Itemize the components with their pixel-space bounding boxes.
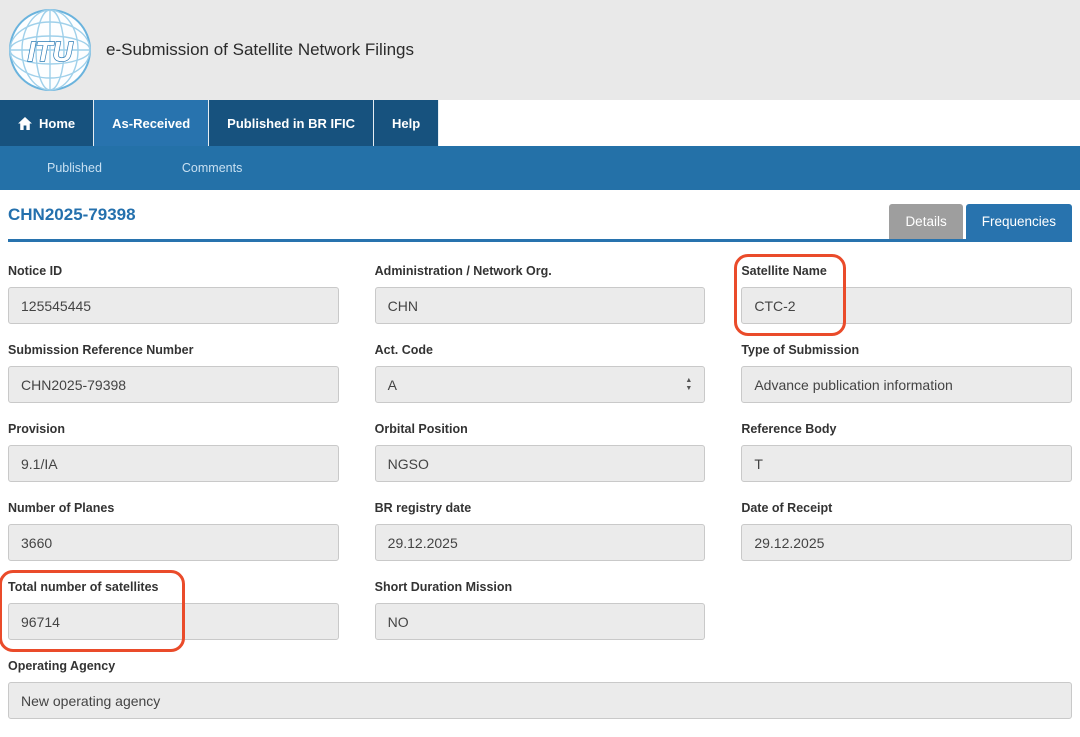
title-row: CHN2025-79398 Details Frequencies	[8, 204, 1072, 242]
field-satellite-name: Satellite Name CTC-2	[741, 264, 1072, 324]
field-type-of-submission: Type of Submission Advance publication i…	[741, 343, 1072, 403]
frequencies-button[interactable]: Frequencies	[966, 204, 1072, 239]
reference-body-field[interactable]: T	[741, 445, 1072, 482]
main-nav: Home As-Received Published in BR IFIC He…	[0, 100, 1080, 146]
field-notice-id: Notice ID 125545445	[8, 264, 339, 324]
svg-text:ITU: ITU	[27, 36, 73, 67]
field-orbital-position: Orbital Position NGSO	[375, 422, 706, 482]
type-of-submission-field[interactable]: Advance publication information	[741, 366, 1072, 403]
field-label: Act. Code	[375, 343, 706, 357]
app-title: e-Submission of Satellite Network Filing…	[106, 40, 414, 60]
nav-tab-published-in-br-ific[interactable]: Published in BR IFIC	[209, 100, 374, 146]
itu-logo: ITU	[8, 8, 92, 92]
field-operating-agency: Operating Agency New operating agency	[8, 659, 1072, 719]
view-switch-buttons: Details Frequencies	[889, 204, 1072, 239]
administration-field[interactable]: CHN	[375, 287, 706, 324]
operating-agency-field[interactable]: New operating agency	[8, 682, 1072, 719]
field-label: Operating Agency	[8, 659, 1072, 673]
notice-form: Notice ID 125545445 Administration / Net…	[0, 264, 1080, 719]
field-submission-reference: Submission Reference Number CHN2025-7939…	[8, 343, 339, 403]
select-arrows-icon: ▲ ▼	[685, 377, 692, 392]
field-label: Reference Body	[741, 422, 1072, 436]
short-duration-mission-field[interactable]: NO	[375, 603, 706, 640]
nav-tab-as-received[interactable]: As-Received	[94, 100, 209, 146]
subnav-item-comments[interactable]: Comments	[182, 161, 242, 175]
provision-field[interactable]: 9.1/IA	[8, 445, 339, 482]
app-header: ITU e-Submission of Satellite Network Fi…	[0, 0, 1080, 100]
field-provision: Provision 9.1/IA	[8, 422, 339, 482]
field-label: Notice ID	[8, 264, 339, 278]
field-label: Submission Reference Number	[8, 343, 339, 357]
field-br-registry-date: BR registry date 29.12.2025	[375, 501, 706, 561]
page-title: CHN2025-79398	[8, 205, 136, 239]
field-short-duration-mission: Short Duration Mission NO	[375, 580, 706, 640]
field-label: Satellite Name	[741, 264, 1072, 278]
orbital-position-field[interactable]: NGSO	[375, 445, 706, 482]
field-label: Administration / Network Org.	[375, 264, 706, 278]
arrow-up-icon: ▲	[685, 377, 692, 385]
nav-tab-home[interactable]: Home	[0, 100, 94, 146]
field-label: Total number of satellites	[8, 580, 339, 594]
act-code-value: A	[388, 377, 397, 393]
act-code-select[interactable]: A ▲ ▼	[375, 366, 706, 403]
field-date-of-receipt: Date of Receipt 29.12.2025	[741, 501, 1072, 561]
nav-tab-label: Home	[39, 116, 75, 131]
date-of-receipt-field[interactable]: 29.12.2025	[741, 524, 1072, 561]
field-label: BR registry date	[375, 501, 706, 515]
nav-tab-label: Help	[392, 116, 420, 131]
satellite-name-field[interactable]: CTC-2	[741, 287, 1072, 324]
field-total-satellites: Total number of satellites 96714	[8, 580, 339, 640]
field-administration: Administration / Network Org. CHN	[375, 264, 706, 324]
total-satellites-field[interactable]: 96714	[8, 603, 339, 640]
nav-tab-help[interactable]: Help	[374, 100, 439, 146]
field-label: Orbital Position	[375, 422, 706, 436]
submission-reference-field[interactable]: CHN2025-79398	[8, 366, 339, 403]
home-icon	[18, 117, 32, 130]
number-of-planes-field[interactable]: 3660	[8, 524, 339, 561]
field-act-code: Act. Code A ▲ ▼	[375, 343, 706, 403]
field-label: Provision	[8, 422, 339, 436]
subnav-item-published[interactable]: Published	[47, 161, 102, 175]
field-number-of-planes: Number of Planes 3660	[8, 501, 339, 561]
field-label: Date of Receipt	[741, 501, 1072, 515]
nav-tab-label: Published in BR IFIC	[227, 116, 355, 131]
field-label: Type of Submission	[741, 343, 1072, 357]
field-label: Short Duration Mission	[375, 580, 706, 594]
details-button[interactable]: Details	[889, 204, 962, 239]
arrow-down-icon: ▼	[685, 385, 692, 393]
notice-id-field[interactable]: 125545445	[8, 287, 339, 324]
field-label: Number of Planes	[8, 501, 339, 515]
field-reference-body: Reference Body T	[741, 422, 1072, 482]
br-registry-date-field[interactable]: 29.12.2025	[375, 524, 706, 561]
sub-nav: Published Comments	[0, 146, 1080, 190]
nav-tab-label: As-Received	[112, 116, 190, 131]
